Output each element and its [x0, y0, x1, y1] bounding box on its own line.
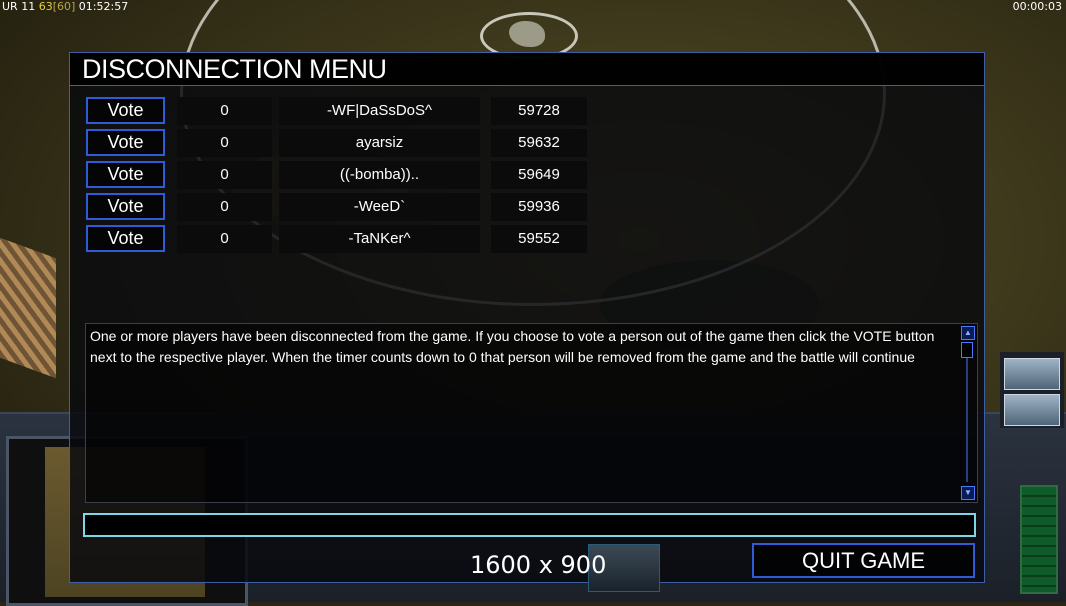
- unit-queue-panel: [1000, 352, 1064, 428]
- player-timer: 59936: [491, 193, 587, 221]
- info-message-box[interactable]: One or more players have been disconnect…: [85, 323, 978, 503]
- chat-input[interactable]: [83, 513, 976, 537]
- hud-stat-prefix: UR 11: [2, 0, 36, 13]
- menu-title: DISCONNECTION MENU: [82, 54, 387, 84]
- resolution-overlay: 1600 x 900: [470, 551, 607, 579]
- scroll-up-icon[interactable]: ▲: [961, 326, 975, 340]
- player-name: ayarsiz: [279, 129, 480, 157]
- structure-sprite: [0, 237, 56, 379]
- vote-button[interactable]: Vote: [86, 193, 165, 220]
- player-name: -TaNKer^: [279, 225, 480, 253]
- vote-button[interactable]: Vote: [86, 225, 165, 252]
- player-timer: 59649: [491, 161, 587, 189]
- vote-count: 0: [177, 129, 272, 157]
- hud-stats: UR 11 63[60] 01:52:57: [2, 0, 128, 13]
- player-name: -WF|DaSsDoS^: [279, 97, 480, 125]
- menu-header: DISCONNECTION MENU: [70, 53, 984, 86]
- player-timer: 59632: [491, 129, 587, 157]
- scroll-thumb[interactable]: [961, 342, 973, 358]
- quit-game-button[interactable]: QUIT GAME: [752, 543, 975, 578]
- aircraft-thumb-icon[interactable]: [1004, 358, 1060, 390]
- vote-count: 0: [177, 193, 272, 221]
- vote-count: 0: [177, 97, 272, 125]
- player-name: -WeeD`: [279, 193, 480, 221]
- scroll-down-icon[interactable]: ▼: [961, 486, 975, 500]
- vote-count: 0: [177, 161, 272, 189]
- player-name: ((-bomba))..: [279, 161, 480, 189]
- info-message: One or more players have been disconnect…: [90, 328, 935, 365]
- vote-button[interactable]: Vote: [86, 129, 165, 156]
- message-scrollbar[interactable]: ▲ ▼: [961, 326, 975, 500]
- hud-timer: 00:00:03: [1012, 0, 1062, 13]
- hud-stat-highlight: 63: [38, 0, 53, 13]
- hud-stat-bracket: [60]: [52, 0, 76, 13]
- vote-button[interactable]: Vote: [86, 97, 165, 124]
- hud-game-time: 01:52:57: [78, 0, 129, 13]
- vote-count: 0: [177, 225, 272, 253]
- disconnection-menu: DISCONNECTION MENU Vote 0 -WF|DaSsDoS^ 5…: [69, 52, 985, 583]
- drone-thumb-icon[interactable]: [1004, 394, 1060, 426]
- vote-button[interactable]: Vote: [86, 161, 165, 188]
- power-meter: [1020, 485, 1058, 594]
- player-timer: 59728: [491, 97, 587, 125]
- scroll-track[interactable]: [966, 358, 968, 482]
- player-timer: 59552: [491, 225, 587, 253]
